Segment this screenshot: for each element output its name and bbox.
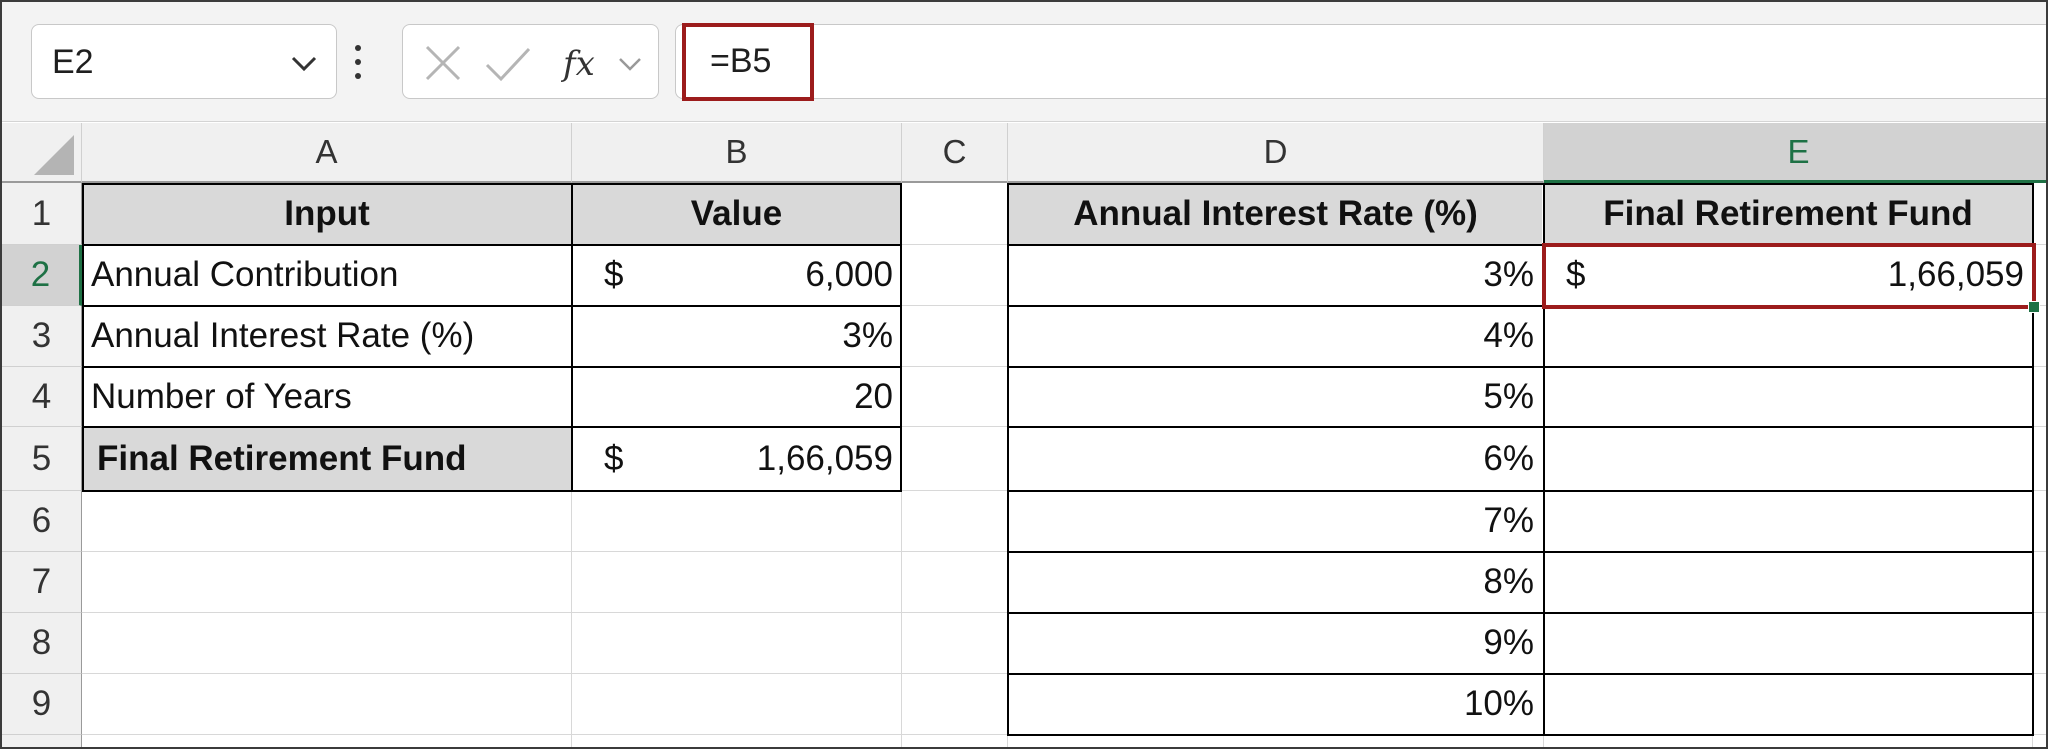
column-header-c[interactable]: C [902,123,1008,183]
gridline [1007,183,1008,747]
cell-b4-value[interactable]: 20 [572,367,901,426]
table-border [82,426,902,428]
table-border [82,244,902,246]
cell-a4-label[interactable]: Number of Years [83,367,571,426]
table-border [571,183,573,492]
cell-value: 6,000 [805,255,893,294]
name-box[interactable]: E2 [31,24,337,99]
cell-d1-header[interactable]: Annual Interest Rate (%) [1009,184,1542,244]
chevron-down-icon[interactable] [286,45,322,81]
name-box-value: E2 [52,43,94,81]
row-header-9[interactable]: 9 [2,674,82,735]
cell-a5-label[interactable]: Final Retirement Fund [83,427,571,490]
cell-d3-rate[interactable]: 4% [1009,306,1542,366]
formula-actions: fx [402,24,659,99]
table-border [82,305,902,307]
row-header-1[interactable]: 1 [2,183,82,245]
formula-text[interactable]: =B5 [710,42,771,81]
currency-symbol: $ [604,438,624,478]
table-border [1007,612,2034,614]
cell-b1-header[interactable]: Value [572,184,901,244]
table-border [1007,551,2034,553]
select-all-corner[interactable] [2,123,82,183]
gridline [82,734,2046,735]
row-header-8[interactable]: 8 [2,613,82,674]
cell-b5-value[interactable]: $ 1,66,059 [572,427,901,490]
row-header-5[interactable]: 5 [2,427,82,491]
gridline [901,183,902,747]
enter-check-icon[interactable] [483,41,533,85]
currency-symbol: $ [604,255,624,294]
table-border [1007,673,2034,675]
fx-icon[interactable]: fx [561,41,607,85]
table-border [1007,490,2034,492]
selected-cell-highlight [1542,243,2036,309]
cell-d8-rate[interactable]: 9% [1009,613,1542,673]
cell-value: 1,66,059 [756,438,893,478]
cell-a2-label[interactable]: Annual Contribution [83,245,571,305]
cell-d2-rate[interactable]: 3% [1009,245,1542,305]
cell-d5-rate[interactable]: 6% [1009,427,1542,490]
cell-b2-value[interactable]: $ 6,000 [572,245,901,305]
chevron-down-icon[interactable] [615,49,645,79]
cell-a3-label[interactable]: Annual Interest Rate (%) [83,306,571,366]
row-header-4[interactable]: 4 [2,367,82,427]
svg-text:fx: fx [561,44,595,84]
row-header-3[interactable]: 3 [2,306,82,367]
cancel-x-icon[interactable] [421,41,465,85]
formula-bar: E2 fx =B5 [2,2,2046,122]
table-border [1007,366,2034,368]
table-border [82,366,902,368]
cell-e1-header[interactable]: Final Retirement Fund [1544,184,2032,244]
spreadsheet-window: E2 fx =B5 A B C D E 1 2 3 4 5 6 7 8 9 In… [0,0,2048,749]
row-header-10[interactable] [2,735,82,747]
row-header-6[interactable]: 6 [2,491,82,552]
cell-d7-rate[interactable]: 8% [1009,552,1542,612]
row-header-7[interactable]: 7 [2,552,82,613]
cell-d6-rate[interactable]: 7% [1009,491,1542,551]
formula-input[interactable] [675,24,2046,99]
fill-handle[interactable] [2028,301,2040,313]
column-header-a[interactable]: A [82,123,572,183]
cell-a1-header[interactable]: Input [83,184,571,244]
column-header-d[interactable]: D [1008,123,1544,183]
vertical-dots-icon[interactable] [354,42,362,82]
row-header-2[interactable]: 2 [2,245,82,306]
table-border [1007,426,2034,428]
column-header-b[interactable]: B [572,123,902,183]
cell-d9-rate[interactable]: 10% [1009,674,1542,734]
column-header-e[interactable]: E [1544,123,2046,183]
cell-d4-rate[interactable]: 5% [1009,367,1542,426]
cell-b3-value[interactable]: 3% [572,306,901,366]
